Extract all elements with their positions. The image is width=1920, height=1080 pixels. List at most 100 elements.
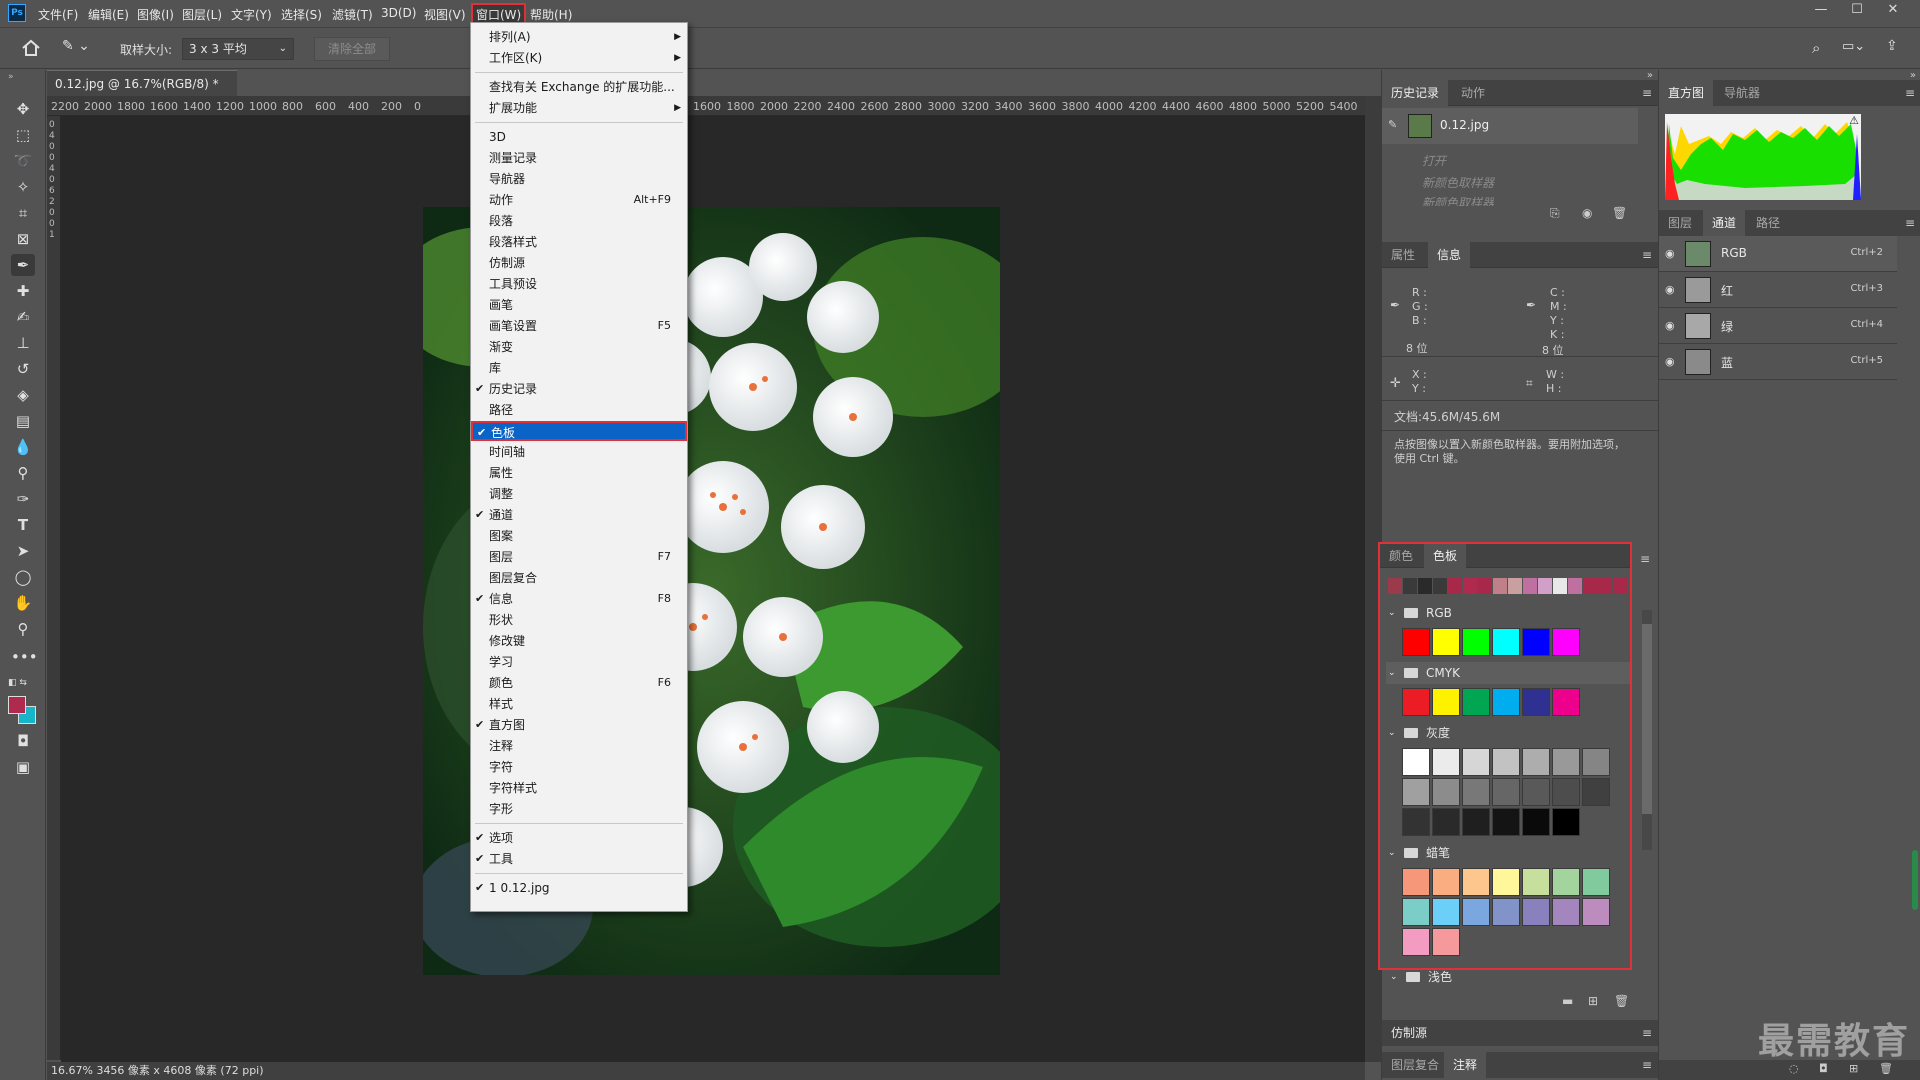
- channel-row[interactable]: ◉ 蓝 Ctrl+5: [1659, 344, 1897, 380]
- window-menu-item[interactable]: 3D: [471, 127, 687, 147]
- color-swatch[interactable]: [1462, 898, 1490, 926]
- color-swatch[interactable]: [1522, 688, 1550, 716]
- color-swatch[interactable]: [1492, 778, 1520, 806]
- color-swatch[interactable]: [1402, 898, 1430, 926]
- history-brush-tool-icon[interactable]: ↺: [11, 358, 35, 380]
- recent-swatch[interactable]: [1478, 578, 1492, 594]
- frame-tool-icon[interactable]: ⊠: [11, 228, 35, 250]
- pen-tool-icon[interactable]: ✑: [11, 488, 35, 510]
- color-swatch[interactable]: [1552, 898, 1580, 926]
- color-swatch[interactable]: [1402, 868, 1430, 896]
- window-menu-item[interactable]: 注释: [471, 736, 687, 756]
- default-colors-icon[interactable]: ◧ ⇆: [8, 678, 27, 688]
- tab-properties[interactable]: 属性: [1382, 242, 1424, 268]
- window-menu-item[interactable]: 字符样式: [471, 778, 687, 798]
- zoom-tool-icon[interactable]: ⚲: [11, 618, 35, 640]
- collapse-icon[interactable]: »: [8, 72, 14, 82]
- window-menu-item[interactable]: 查找有关 Exchange 的扩展功能...: [471, 77, 687, 97]
- close-window-button[interactable]: ✕: [1876, 0, 1910, 22]
- channel-row[interactable]: ◉ RGB Ctrl+2: [1659, 236, 1897, 272]
- window-menu-item[interactable]: 导航器: [471, 169, 687, 189]
- magic-wand-tool-icon[interactable]: ✧: [11, 176, 35, 198]
- window-menu-item[interactable]: 属性: [471, 463, 687, 483]
- color-swatch[interactable]: [1582, 868, 1610, 896]
- color-swatch[interactable]: [1462, 688, 1490, 716]
- type-tool-icon[interactable]: T: [11, 514, 35, 536]
- trash-icon[interactable]: 🗑: [1614, 994, 1629, 1008]
- brush-tool-icon[interactable]: ✍: [11, 306, 35, 328]
- document-tab[interactable]: 0.12.jpg @ 16.7%(RGB/8) * ×: [47, 70, 237, 117]
- recent-swatch[interactable]: [1448, 578, 1462, 594]
- dodge-tool-icon[interactable]: ⚲: [11, 462, 35, 484]
- window-menu-item[interactable]: ✔ 历史记录: [471, 379, 687, 399]
- color-swatch[interactable]: [1492, 688, 1520, 716]
- menu-filter[interactable]: 滤镜(T): [332, 6, 373, 23]
- crop-tool-icon[interactable]: ⌗: [11, 202, 35, 224]
- color-swatch[interactable]: [1492, 808, 1520, 836]
- color-swatch[interactable]: [1432, 778, 1460, 806]
- color-swatch[interactable]: [1432, 808, 1460, 836]
- ellipse-tool-icon[interactable]: ◯: [11, 566, 35, 588]
- window-menu-item[interactable]: 渐变: [471, 337, 687, 357]
- eyedropper-rgb-icon[interactable]: ✒: [1390, 298, 1400, 312]
- eye-icon[interactable]: ◉: [1665, 319, 1675, 332]
- more-tools-icon[interactable]: •••: [11, 646, 38, 668]
- color-swatch[interactable]: [1492, 868, 1520, 896]
- window-menu-item[interactable]: 调整: [471, 484, 687, 504]
- clone-stamp-tool-icon[interactable]: ⊥: [11, 332, 35, 354]
- menu-type[interactable]: 文字(Y): [231, 6, 272, 23]
- tab-history[interactable]: 历史记录: [1382, 80, 1449, 106]
- color-swatch[interactable]: [1402, 748, 1430, 776]
- color-swatch[interactable]: [1462, 808, 1490, 836]
- eyedropper-tool-icon[interactable]: ✒: [11, 254, 35, 276]
- panel-menu-icon[interactable]: ≡: [1905, 86, 1915, 100]
- eyedropper-cmyk-icon[interactable]: ✒: [1526, 298, 1536, 312]
- menu-select[interactable]: 选择(S): [281, 6, 322, 23]
- share-icon[interactable]: ⇪: [1886, 38, 1898, 54]
- new-swatch-icon[interactable]: ⊞: [1588, 994, 1598, 1008]
- marquee-tool-icon[interactable]: ⬚: [11, 124, 35, 146]
- menu-file[interactable]: 文件(F): [38, 6, 78, 23]
- color-swatch[interactable]: [1402, 688, 1430, 716]
- clear-all-button[interactable]: 清除全部: [314, 37, 390, 61]
- color-swatch[interactable]: [1582, 898, 1610, 926]
- new-group-icon[interactable]: ▬: [1562, 994, 1573, 1008]
- menu-help[interactable]: 帮助(H): [530, 6, 572, 23]
- swatch-group-header[interactable]: ⌄ 蜡笔: [1386, 842, 1630, 864]
- history-step-sampler-2[interactable]: 新颜色取样器: [1422, 194, 1494, 206]
- menu-3d[interactable]: 3D(D): [381, 6, 416, 20]
- panel-menu-icon[interactable]: ≡: [1905, 216, 1915, 230]
- menu-image[interactable]: 图像(I): [137, 6, 174, 23]
- color-swatch[interactable]: [1582, 748, 1610, 776]
- color-swatch[interactable]: [1432, 898, 1460, 926]
- color-swatch[interactable]: [1522, 778, 1550, 806]
- recent-swatch[interactable]: [1463, 578, 1477, 594]
- foreground-color-swatch[interactable]: [8, 696, 26, 714]
- window-menu-item[interactable]: 画笔设置 F5: [471, 316, 687, 336]
- panel-menu-icon[interactable]: ≡: [1642, 1058, 1652, 1072]
- tab-clone-source[interactable]: 仿制源: [1382, 1020, 1437, 1046]
- workspace-icon[interactable]: ▭⌄: [1842, 39, 1865, 54]
- window-menu-item[interactable]: ✔ 信息 F8: [471, 589, 687, 609]
- quick-mask-icon[interactable]: ◘: [11, 730, 35, 752]
- panel-menu-icon[interactable]: ≡: [1640, 552, 1650, 566]
- side-scroll-indicator[interactable]: [1912, 850, 1918, 910]
- window-menu-item[interactable]: ✔ 工具: [471, 849, 687, 869]
- eye-icon[interactable]: ◉: [1665, 355, 1675, 368]
- window-menu-item[interactable]: 扩展功能 ▶: [471, 98, 687, 118]
- menu-view[interactable]: 视图(V): [424, 6, 466, 23]
- color-swatch[interactable]: [1492, 898, 1520, 926]
- window-menu-item[interactable]: ✔ 色板: [471, 421, 687, 441]
- panel-menu-icon[interactable]: ≡: [1642, 248, 1652, 262]
- panel-menu-icon[interactable]: ≡: [1642, 1026, 1652, 1040]
- color-swatch[interactable]: [1402, 628, 1430, 656]
- color-swatch[interactable]: [1432, 628, 1460, 656]
- color-swatch[interactable]: [1552, 778, 1580, 806]
- window-menu-item[interactable]: 字符: [471, 757, 687, 777]
- recent-swatch[interactable]: [1433, 578, 1447, 594]
- window-menu-item[interactable]: 排列(A) ▶: [471, 27, 687, 47]
- lasso-tool-icon[interactable]: ➰: [11, 150, 35, 172]
- window-menu-item[interactable]: 图层复合: [471, 568, 687, 588]
- recent-swatch[interactable]: [1508, 578, 1522, 594]
- window-menu-item[interactable]: 动作 Alt+F9: [471, 190, 687, 210]
